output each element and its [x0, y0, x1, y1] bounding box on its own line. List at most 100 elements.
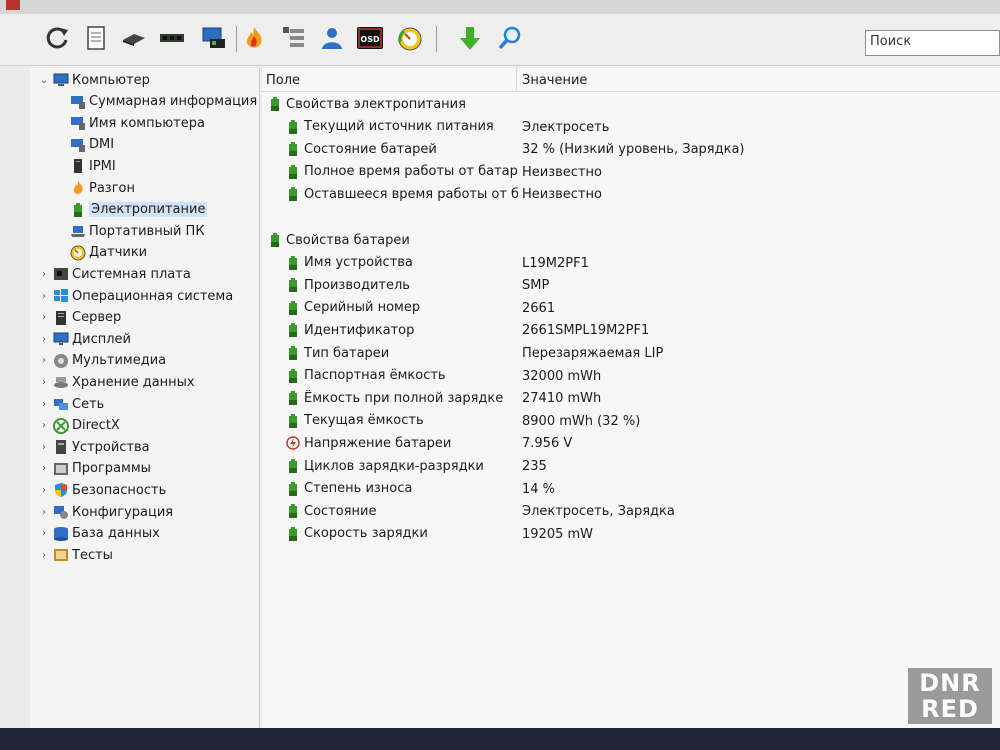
value-cell: 8900 mWh (32 %) — [522, 413, 641, 429]
chevron-right-icon[interactable]: › — [38, 334, 50, 345]
tree-item-config[interactable]: › Конфигурация — [38, 502, 173, 522]
tree-item-label: Конфигурация — [72, 504, 174, 520]
table-row[interactable]: Степень износа 14 % — [286, 479, 996, 499]
chevron-right-icon[interactable]: › — [38, 528, 50, 539]
table-row[interactable]: Тип батареи Перезаряжаемая LIP — [286, 343, 996, 363]
tree-item-directx[interactable]: › DirectX — [38, 416, 120, 436]
table-row[interactable]: Скорость зарядки 19205 mW — [286, 524, 996, 544]
tree-item-database[interactable]: › База данных — [38, 524, 160, 544]
display-icon[interactable] — [200, 24, 228, 52]
value-cell: 32 % (Низкий уровень, Зарядка) — [522, 142, 745, 158]
table-row[interactable]: Оставшееся время работы от б... Неизвестн… — [286, 184, 996, 204]
table-row[interactable]: Производитель SMP — [286, 275, 996, 295]
field-label: Состояние — [304, 503, 377, 519]
chevron-right-icon[interactable]: › — [38, 291, 50, 302]
value-cell: Неизвестно — [522, 164, 602, 180]
search-input[interactable] — [870, 34, 990, 49]
tree-item-programs[interactable]: › Программы — [38, 459, 151, 479]
tree-item-dmi[interactable]: DMI — [70, 135, 114, 155]
tree-item-display[interactable]: › Дисплей — [38, 329, 131, 349]
tree-item-label: DMI — [89, 137, 115, 153]
tree-item-devices[interactable]: › Устройства — [38, 437, 150, 457]
field-label: Идентификатор — [304, 322, 415, 338]
tree-item-network[interactable]: › Сеть — [38, 394, 104, 414]
chevron-right-icon[interactable]: › — [38, 485, 50, 496]
osd-icon[interactable]: OSD — [356, 24, 384, 52]
battery-icon — [286, 300, 300, 316]
chevron-right-icon[interactable]: › — [38, 442, 50, 453]
tree-item-server[interactable]: › Сервер — [38, 308, 121, 328]
tree-item-label: IPMI — [89, 158, 116, 174]
chevron-right-icon[interactable]: › — [38, 420, 50, 431]
refresh-icon[interactable] — [44, 24, 72, 52]
tree-item-computer-name[interactable]: Имя компьютера — [70, 113, 205, 133]
chevron-right-icon[interactable]: › — [38, 463, 50, 474]
column-header-value[interactable]: Значение — [522, 73, 587, 88]
table-row[interactable]: Полное время работы от батар... Неизвестн… — [286, 162, 996, 182]
field-label: Серийный номер — [304, 300, 421, 316]
chevron-down-icon[interactable]: ⌄ — [38, 75, 50, 86]
app-logo-icon — [6, 0, 20, 10]
memory-icon[interactable] — [158, 24, 186, 52]
battery-icon — [286, 526, 300, 542]
tree-item-overclock[interactable]: Разгон — [70, 178, 135, 198]
navigation-tree: ⌄ Компьютер Суммарная информация Имя компью… — [30, 68, 260, 728]
chevron-right-icon[interactable]: › — [38, 507, 50, 518]
tree-item-multimedia[interactable]: › Мультимедиа — [38, 351, 166, 371]
field-cell: Степень износа — [286, 481, 518, 497]
tree-item-label: Тесты — [72, 547, 113, 563]
table-row[interactable]: Имя устройства L19M2PF1 — [286, 253, 996, 273]
motherboard-icon[interactable] — [120, 24, 148, 52]
tree-item-laptop[interactable]: Портативный ПК — [70, 221, 205, 241]
chevron-right-icon[interactable]: › — [38, 269, 50, 280]
table-row[interactable]: Ёмкость при полной зарядке 27410 mWh — [286, 388, 996, 408]
user-icon[interactable] — [318, 24, 346, 52]
tree-item-computer[interactable]: ⌄ Компьютер — [38, 70, 150, 90]
tree-item-windows[interactable]: › Операционная система — [38, 286, 233, 306]
device-list-icon[interactable] — [280, 24, 308, 52]
search-box[interactable] — [865, 30, 1000, 56]
watermark-line-2: RED — [921, 695, 979, 723]
tree-item-sensor[interactable]: Датчики — [70, 243, 147, 263]
tree-item-security[interactable]: › Безопасность — [38, 480, 166, 500]
table-row[interactable]: Идентификатор 2661SMPL19M2PF1 — [286, 320, 996, 340]
chevron-right-icon[interactable]: › — [38, 550, 50, 561]
field-cell: Напряжение батареи — [286, 435, 518, 451]
search-icon[interactable] — [496, 24, 524, 52]
chevron-right-icon[interactable]: › — [38, 312, 50, 323]
group-title: Свойства батареи — [286, 232, 410, 248]
column-divider[interactable] — [516, 68, 517, 92]
table-row[interactable]: Циклов зарядки-разрядки 235 — [286, 456, 996, 476]
field-cell: Серийный номер — [286, 300, 518, 316]
table-row[interactable]: Состояние Электросеть, Зарядка — [286, 501, 996, 521]
table-row[interactable]: Текущий источник питания Электросеть — [286, 117, 996, 137]
aida64-window: OSD ⌄ Компьютер Суммарная информация Имя ко… — [0, 0, 1000, 728]
chevron-right-icon[interactable]: › — [38, 399, 50, 410]
field-cell: Состояние — [286, 503, 518, 519]
field-cell: Идентификатор — [286, 322, 518, 338]
tree-item-summary[interactable]: Суммарная информация — [70, 92, 257, 112]
tree-item-tests[interactable]: › Тесты — [38, 545, 113, 565]
download-icon[interactable] — [456, 24, 484, 52]
field-cell: Состояние батарей — [286, 141, 518, 157]
tree-item-ipmi[interactable]: IPMI — [70, 156, 116, 176]
chevron-right-icon[interactable]: › — [38, 355, 50, 366]
column-header-field[interactable]: Поле — [266, 73, 300, 88]
tree-item-battery[interactable]: Электропитание — [70, 200, 208, 220]
report-icon[interactable] — [82, 24, 110, 52]
chevron-right-icon[interactable]: › — [38, 377, 50, 388]
gauge-icon[interactable] — [396, 24, 424, 52]
tree-item-label: Программы — [72, 461, 151, 477]
table-row[interactable]: Состояние батарей 32 % (Низкий уровень, З… — [286, 139, 996, 159]
network-icon — [53, 396, 69, 412]
table-row[interactable]: Текущая ёмкость 8900 mWh (32 %) — [286, 411, 996, 431]
table-row[interactable]: Серийный номер 2661 — [286, 298, 996, 318]
toolbar-separator-2 — [436, 26, 437, 52]
tree-item-motherboard[interactable]: › Системная плата — [38, 264, 191, 284]
table-row[interactable]: Напряжение батареи 7.956 V — [286, 433, 996, 453]
field-cell: Текущая ёмкость — [286, 413, 518, 429]
ipmi-icon — [70, 158, 86, 174]
table-row[interactable]: Паспортная ёмкость 32000 mWh — [286, 366, 996, 386]
overclock-icon[interactable] — [240, 24, 268, 52]
tree-item-storage[interactable]: › Хранение данных — [38, 372, 195, 392]
